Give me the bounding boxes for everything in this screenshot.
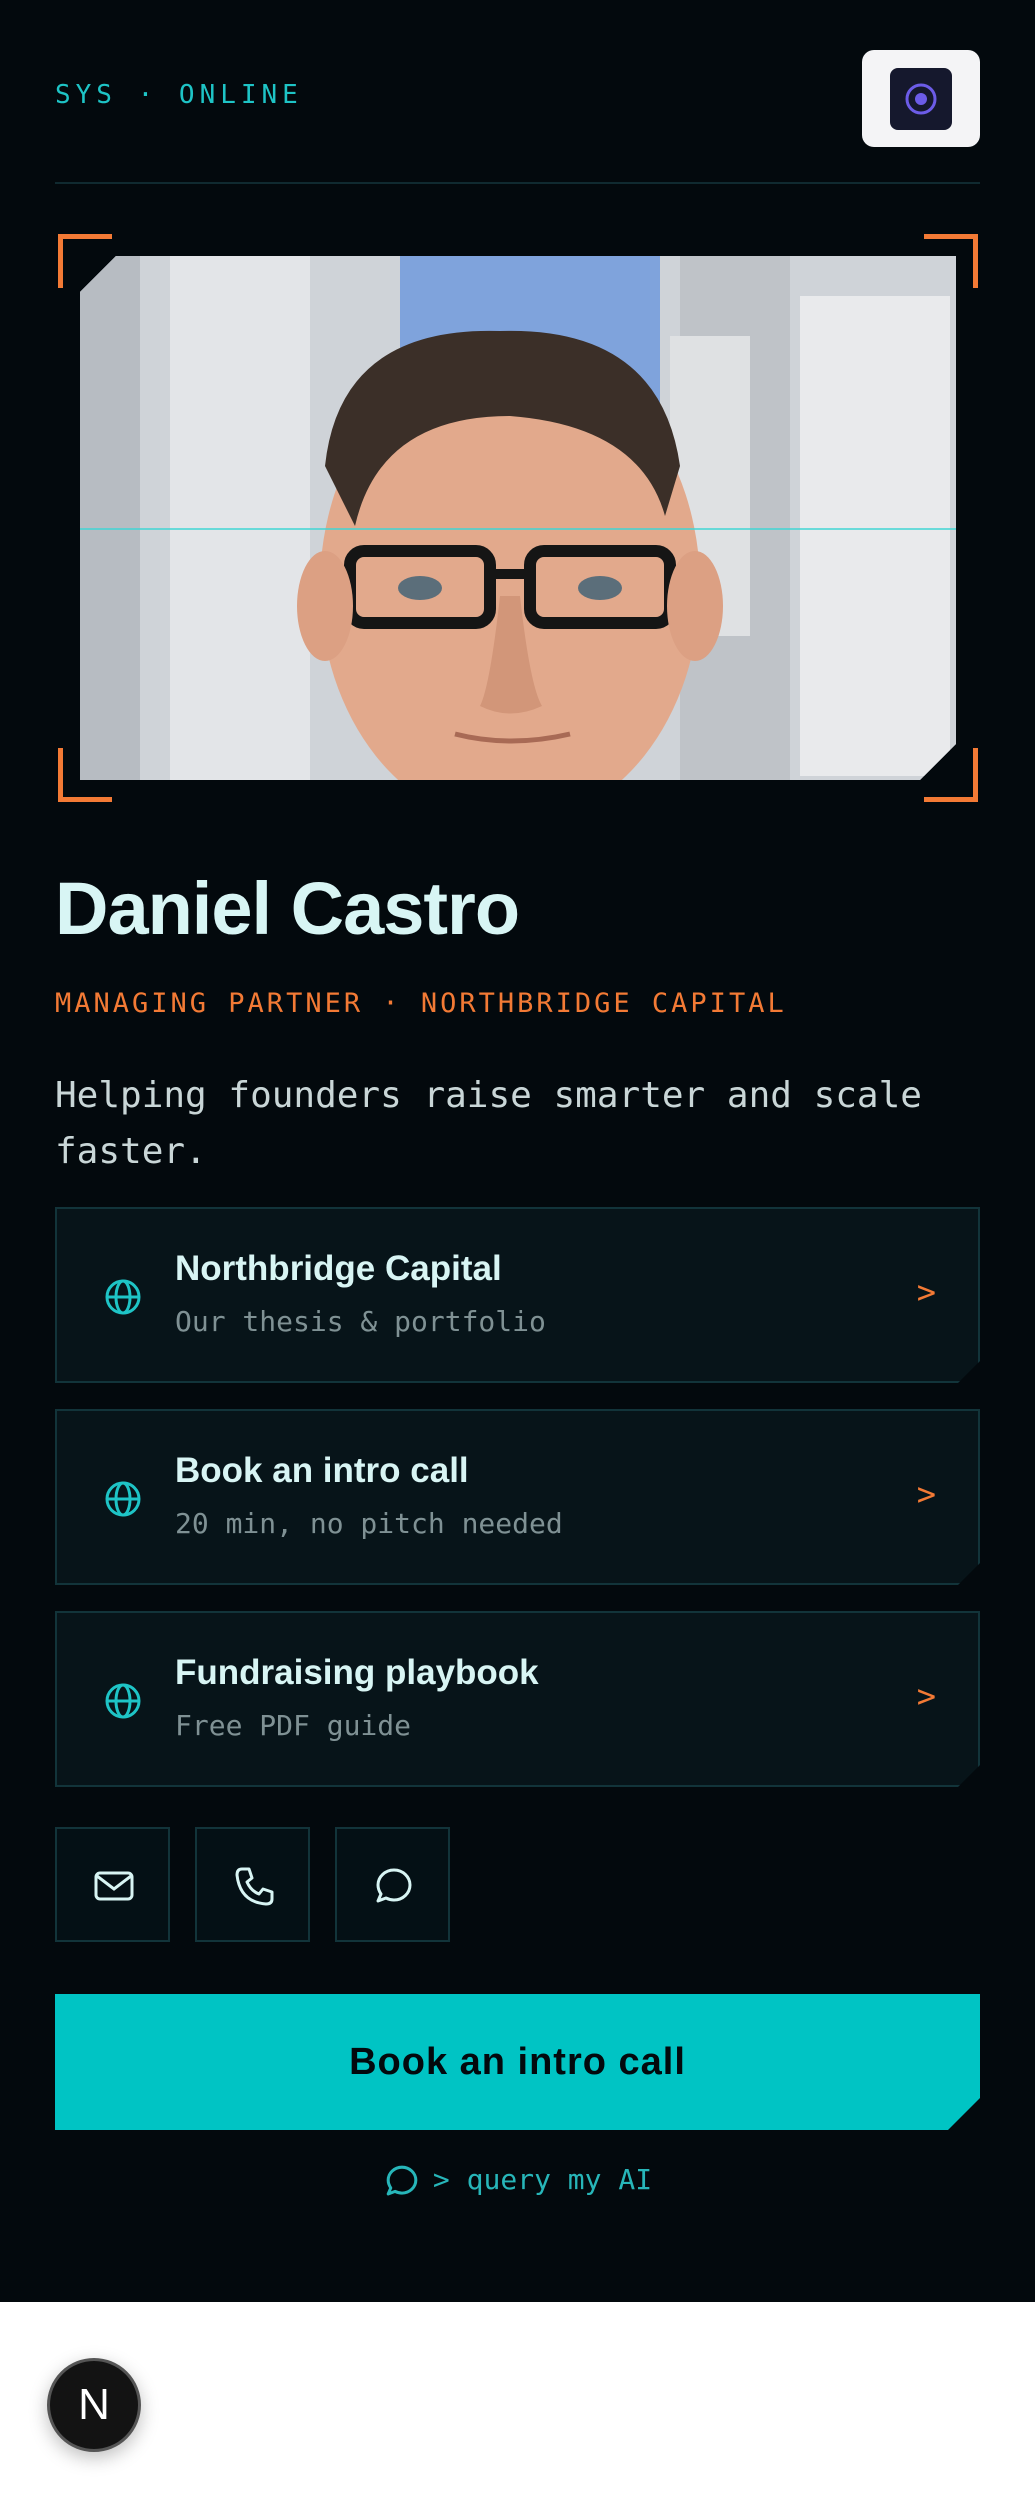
mail-icon	[94, 1871, 134, 1901]
scan-line	[80, 528, 956, 530]
profile-name: Daniel Castro	[55, 867, 520, 950]
link-title: Book an intro call	[175, 1451, 469, 1490]
chevron-right-icon: >	[916, 1273, 936, 1311]
email-button[interactable]	[55, 1827, 170, 1942]
chevron-right-icon: >	[916, 1475, 936, 1513]
profile-tagline: Helping founders raise smarter and scale…	[55, 1075, 922, 1172]
profile-role: MANAGING PARTNER · NORTHBRIDGE CAPITAL	[55, 988, 787, 1019]
link-subtitle: 20 min, no pitch needed	[175, 1507, 563, 1540]
link-title: Fundraising playbook	[175, 1653, 539, 1692]
link-subtitle: Our thesis & portfolio	[175, 1305, 546, 1338]
n-badge-button[interactable]: N	[47, 2358, 141, 2452]
query-ai-link[interactable]: > query my AI	[0, 2162, 1035, 2200]
chat-button[interactable]	[335, 1827, 450, 1942]
globe-icon	[103, 1681, 143, 1721]
profile-card: SYS · ONLINE Daniel Castro MANAGING PART…	[0, 0, 1035, 2302]
chat-icon	[376, 1868, 412, 1903]
status-label: SYS · ONLINE	[55, 80, 303, 110]
logo-button[interactable]	[862, 50, 980, 147]
chat-icon	[386, 2165, 418, 2196]
top-bar: SYS · ONLINE	[55, 50, 980, 147]
header-divider	[55, 182, 980, 184]
link-title: Northbridge Capital	[175, 1249, 502, 1288]
book-intro-call-button[interactable]: Book an intro call	[55, 1994, 980, 2130]
link-card-northbridge[interactable]: Northbridge Capital Our thesis & portfol…	[55, 1207, 980, 1383]
profile-photo-frame	[58, 234, 978, 802]
profile-photo	[80, 256, 956, 780]
link-subtitle: Free PDF guide	[175, 1709, 412, 1742]
phone-button[interactable]	[195, 1827, 310, 1942]
chevron-right-icon: >	[916, 1677, 936, 1715]
link-card-playbook[interactable]: Fundraising playbook Free PDF guide >	[55, 1611, 980, 1787]
query-ai-label: > query my AI	[432, 2163, 653, 2196]
globe-icon	[103, 1479, 143, 1519]
link-card-intro-call[interactable]: Book an intro call 20 min, no pitch need…	[55, 1409, 980, 1585]
target-icon	[890, 68, 952, 130]
phone-icon	[235, 1867, 274, 1906]
globe-icon	[103, 1277, 143, 1317]
